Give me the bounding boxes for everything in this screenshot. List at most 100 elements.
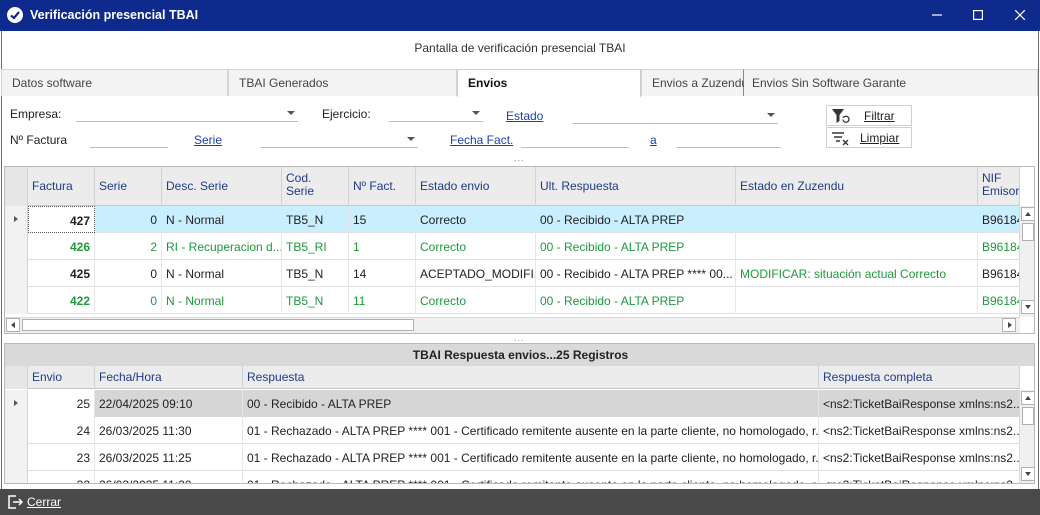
cell-respuesta-completa[interactable]: <ns2:TicketBaiResponse xmlns:ns2... [819,417,1020,444]
table-row[interactable]: 427 0 N - Normal TB5_N 15 Correcto 00 - … [5,206,1020,233]
cell-envio[interactable]: 23 [28,444,95,471]
envios-hscrollbar[interactable] [5,317,1020,333]
scroll-up-button[interactable] [1021,207,1034,221]
scroll-thumb[interactable] [1022,407,1034,425]
table-row[interactable]: 426 2 RI - Recuperacion d... TB5_RI 1 Co… [5,233,1020,260]
cell-nfact[interactable]: 1 [349,233,416,260]
cell-envio[interactable]: 22 [28,471,95,483]
col-nfact[interactable]: Nº Fact. [349,167,416,206]
list-item[interactable]: 25 22/04/2025 09:10 00 - Recibido - ALTA… [5,390,1020,417]
cell-estado-envio[interactable]: Correcto [416,287,536,314]
cell-cod-serie[interactable]: TB5_RI [282,233,349,260]
fecha-fact-link[interactable]: Fecha Fact. [450,133,513,147]
cerrar-button[interactable]: Cerrar [0,489,80,515]
cell-respuesta[interactable]: 01 - Rechazado - ALTA PREP **** 001 - Ce… [243,417,819,444]
tab-envios-zuzendu[interactable]: Envios a Zuzendu [641,69,748,96]
cell-fecha[interactable]: 22/04/2025 09:10 [95,390,243,417]
scroll-down-button[interactable] [1021,300,1034,314]
cell-nif[interactable]: B96184 [978,287,1020,314]
cell-nfact[interactable]: 11 [349,287,416,314]
cell-fecha[interactable]: 26/03/2025 11:25 [95,444,243,471]
cell-factura[interactable]: 422 [28,287,95,314]
serie-combo[interactable] [261,130,418,148]
table-row[interactable]: 422 0 N - Normal TB5_N 11 Correcto 00 - … [5,287,1020,314]
limpiar-button[interactable]: Limpiar [826,127,912,148]
cell-ult-respuesta[interactable]: 00 - Recibido - ALTA PREP [536,287,736,314]
scroll-right-button[interactable] [1002,318,1016,332]
fecha-hasta-field[interactable] [677,130,781,148]
cell-nif[interactable]: B96184 [978,206,1020,233]
cell-nfact[interactable]: 15 [349,206,416,233]
tab-envios[interactable]: Envios [457,69,641,97]
cell-estado-envio[interactable]: ACEPTADO_MODIFI... [416,260,536,287]
cell-respuesta[interactable]: 01 - Rechazado - ALTA PREP **** 001 - Ce… [243,471,819,483]
col-estado-zuzendu[interactable]: Estado en Zuzendu [736,167,978,206]
cell-respuesta[interactable]: 01 - Rechazado - ALTA PREP **** 001 - Ce… [243,444,819,471]
col-factura[interactable]: Factura [28,167,95,206]
estado-combo[interactable] [573,106,778,124]
scroll-down-button[interactable] [1021,467,1034,481]
cell-estado-zuzendu[interactable] [736,206,978,233]
cell-estado-zuzendu[interactable] [736,233,978,260]
col-cod-serie[interactable]: Cod. Serie [282,167,349,206]
cell-factura[interactable]: 427 [28,206,95,233]
cell-cod-serie[interactable]: TB5_N [282,206,349,233]
col-respuesta-completa[interactable]: Respuesta completa [819,366,1020,389]
cell-factura[interactable]: 426 [28,233,95,260]
cell-nif[interactable]: B96184 [978,233,1020,260]
cell-cod-serie[interactable]: TB5_N [282,287,349,314]
col-serie[interactable]: Serie [95,167,162,206]
cell-desc-serie[interactable]: N - Normal [162,206,282,233]
cell-serie[interactable]: 0 [95,260,162,287]
col-desc-serie[interactable]: Desc. Serie [162,167,282,206]
cell-estado-envio[interactable]: Correcto [416,233,536,260]
list-item[interactable]: 24 26/03/2025 11:30 01 - Rechazado - ALT… [5,417,1020,444]
splitter-handle[interactable]: ... [514,153,525,163]
cell-desc-serie[interactable]: N - Normal [162,287,282,314]
list-item[interactable]: 23 26/03/2025 11:25 01 - Rechazado - ALT… [5,444,1020,471]
hscroll-thumb[interactable] [22,319,414,331]
cell-nfact[interactable]: 14 [349,260,416,287]
serie-link[interactable]: Serie [194,133,222,147]
cell-ult-respuesta[interactable]: 00 - Recibido - ALTA PREP **** 00... [536,260,736,287]
cell-serie[interactable]: 0 [95,206,162,233]
maximize-button[interactable] [963,4,993,26]
cell-estado-envio[interactable]: Correcto [416,206,536,233]
cell-factura[interactable]: 425 [28,260,95,287]
cell-serie[interactable]: 0 [95,287,162,314]
cell-ult-respuesta[interactable]: 00 - Recibido - ALTA PREP [536,206,736,233]
fecha-desde-field[interactable] [521,130,629,148]
tab-envios-sin-software-garante[interactable]: Envios Sin Software Garante [744,69,1038,96]
cell-fecha[interactable]: 26/03/2025 11:20 [95,471,243,483]
cell-cod-serie[interactable]: TB5_N [282,260,349,287]
fecha-hasta-link[interactable]: a [650,133,657,147]
minimize-button[interactable] [922,4,952,26]
list-item[interactable]: 22 26/03/2025 11:20 01 - Rechazado - ALT… [5,471,1020,483]
empresa-combo[interactable] [76,104,298,122]
cell-respuesta-completa[interactable]: <ns2:TicketBaiResponse xmlns:ns2... [819,444,1020,471]
cell-envio[interactable]: 25 [28,390,95,417]
tab-datos-software[interactable]: Datos software [1,69,228,96]
col-respuesta[interactable]: Respuesta [243,366,819,389]
cell-envio[interactable]: 24 [28,417,95,444]
close-button[interactable] [1005,4,1035,26]
respuestas-vscrollbar[interactable] [1019,390,1034,483]
scroll-thumb[interactable] [1022,223,1034,241]
col-nif-emisor[interactable]: NIF Emisor [978,167,1020,206]
cell-fecha[interactable]: 26/03/2025 11:30 [95,417,243,444]
cell-desc-serie[interactable]: RI - Recuperacion d... [162,233,282,260]
col-estado-envio[interactable]: Estado envio [416,167,536,206]
cell-respuesta[interactable]: 00 - Recibido - ALTA PREP [243,390,819,417]
cell-desc-serie[interactable]: N - Normal [162,260,282,287]
scroll-up-button[interactable] [1021,391,1034,405]
cell-nif[interactable]: B96184 [978,260,1020,287]
col-ult-respuesta[interactable]: Ult. Respuesta [536,167,736,206]
col-fecha-hora[interactable]: Fecha/Hora [95,366,243,389]
cell-estado-zuzendu[interactable] [736,287,978,314]
filtrar-button[interactable]: Filtrar [826,105,912,126]
col-envio[interactable]: Envio [28,366,95,389]
table-row[interactable]: 425 0 N - Normal TB5_N 14 ACEPTADO_MODIF… [5,260,1020,287]
nfactura-field[interactable] [90,130,168,148]
envios-vscrollbar[interactable] [1019,206,1034,317]
scroll-left-button[interactable] [6,318,20,332]
